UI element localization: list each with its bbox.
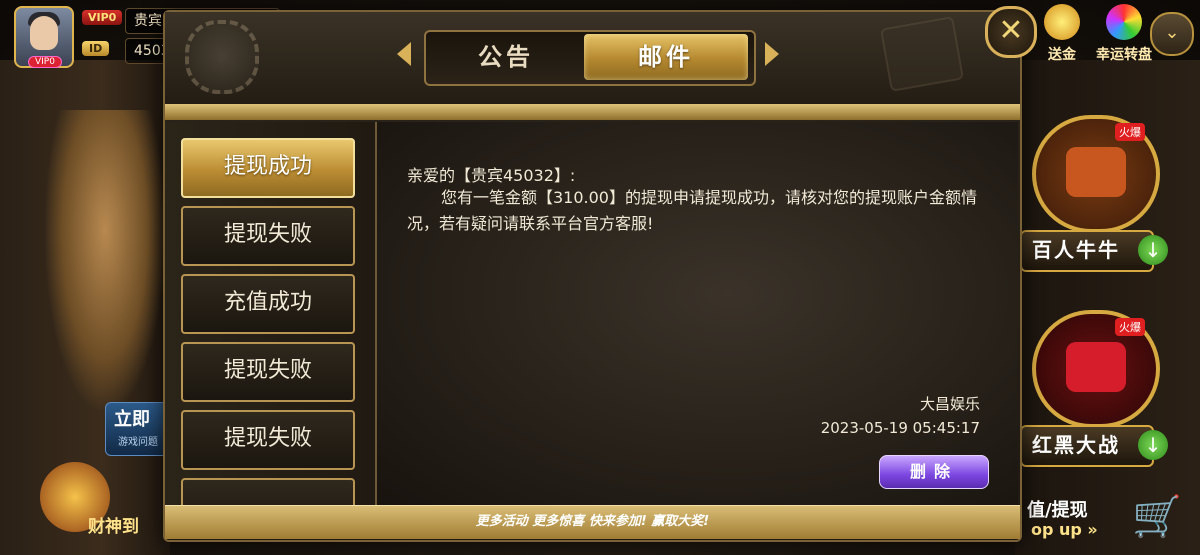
download-icon[interactable]: ↓ — [1138, 430, 1168, 460]
gift-label: 送金 — [1048, 47, 1076, 63]
dialog-footer: 更多活动 更多惊喜 快来参加! 赢取大奖! — [165, 505, 1020, 539]
avatar-face — [30, 16, 58, 50]
wheel-icon — [1106, 4, 1142, 40]
cart-icon: 🛒 — [1132, 494, 1182, 540]
wheel-label: 幸运转盘 — [1096, 47, 1152, 63]
left-promo-title: 立即 — [114, 409, 150, 430]
close-icon[interactable]: ✕ — [985, 6, 1037, 58]
poker-chip-icon — [185, 20, 259, 94]
tab-mail[interactable]: 邮件 — [584, 34, 748, 80]
caishen-button[interactable]: 财神到 — [40, 462, 170, 537]
mail-dialog: 公告 邮件 提现成功 提现失败 充值成功 提现失败 提现失败 亲爱的【贵宾450… — [163, 10, 1022, 542]
vip-badge: VIP0 — [82, 10, 123, 25]
hot-badge: 火爆 — [1115, 123, 1145, 141]
game-tile-redblack[interactable]: 火爆 红黑大战 ↓ — [1020, 310, 1170, 470]
message-greeting: 亲爱的【贵宾45032】: — [407, 166, 576, 185]
game-tile-niuniu[interactable]: 火爆 百人牛牛 ↓ — [1020, 115, 1170, 275]
message-sender: 大昌娱乐 — [919, 395, 980, 413]
mail-item[interactable]: 提现失败 — [181, 342, 355, 402]
left-promo-subtitle: 游戏问题 — [118, 437, 158, 448]
heart-emblem — [1066, 342, 1126, 392]
message-body: 您有一笔金额【310.00】的提现申请提现成功，请核对您的提现账户金额情况，若有… — [407, 188, 977, 233]
gift-button[interactable]: 送金 — [1032, 4, 1092, 64]
message-date: 2023-05-19 05:45:17 — [820, 419, 980, 437]
topup-button[interactable]: 值/提现 op up » 🛒 — [1015, 488, 1200, 555]
topup-label: 值/提现 — [1027, 500, 1088, 521]
dialog-header: 公告 邮件 — [165, 12, 1020, 106]
game-label: 红黑大战 — [1020, 425, 1154, 467]
mail-item[interactable]: 提现失败 — [181, 206, 355, 266]
mail-list[interactable]: 提现成功 提现失败 充值成功 提现失败 提现失败 — [165, 122, 377, 505]
left-promo-button[interactable]: 立即 游戏问题 — [105, 402, 169, 456]
gift-icon — [1044, 4, 1080, 40]
topup-sublabel: op up » — [1031, 520, 1098, 539]
mail-item[interactable]: 提现成功 — [181, 138, 355, 198]
download-icon[interactable]: ↓ — [1138, 235, 1168, 265]
footer-slogan: 更多活动 更多惊喜 快来参加! 赢取大奖! — [475, 514, 710, 529]
hostess-illustration — [45, 110, 165, 410]
id-badge: ID — [82, 41, 110, 56]
caishen-label: 财神到 — [88, 517, 139, 537]
avatar-vip-label: VIP0 — [28, 56, 62, 68]
bull-emblem — [1066, 147, 1126, 197]
playing-card-icon — [880, 16, 964, 92]
chevron-down-icon[interactable]: ⌄ — [1150, 12, 1194, 56]
game-label: 百人牛牛 — [1020, 230, 1154, 272]
mail-item[interactable]: 充值成功 — [181, 274, 355, 334]
arrow-left-icon — [397, 42, 411, 66]
mail-item[interactable]: 提现失败 — [181, 410, 355, 470]
arrow-right-icon — [765, 42, 779, 66]
tab-bar: 公告 邮件 — [424, 30, 756, 86]
header-divider — [165, 104, 1020, 120]
delete-button[interactable]: 删除 — [879, 455, 989, 489]
hot-badge: 火爆 — [1115, 318, 1145, 336]
message-panel: 亲爱的【贵宾45032】: 您有一笔金额【310.00】的提现申请提现成功，请核… — [377, 122, 1018, 505]
lucky-wheel-button[interactable]: 幸运转盘 — [1094, 4, 1154, 64]
tab-notice[interactable]: 公告 — [432, 34, 580, 80]
mail-item-partial[interactable] — [181, 478, 355, 505]
